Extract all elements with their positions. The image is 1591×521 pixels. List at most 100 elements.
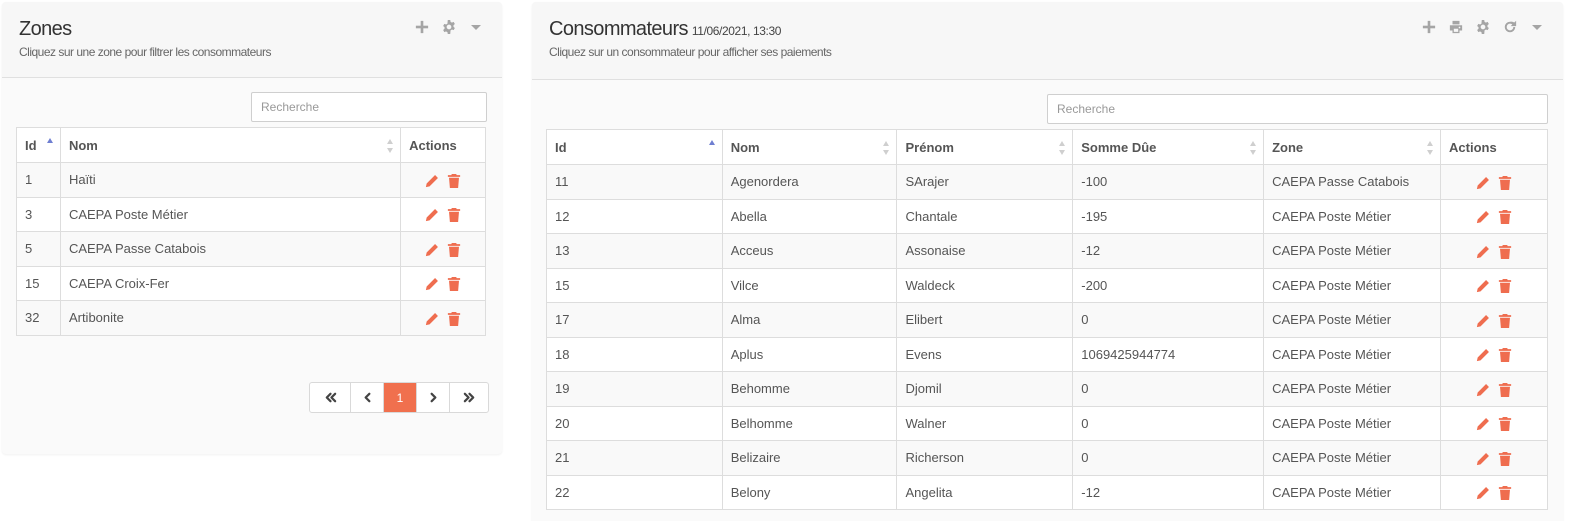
zone-row[interactable]: 3 CAEPA Poste Métier <box>16 196 486 232</box>
consommateurs-timestamp: 11/06/2021, 13:30 <box>691 24 781 38</box>
consommateur-somme-cell: -195 <box>1072 198 1265 234</box>
consommateur-zone-cell: CAEPA Passe Catabois <box>1263 164 1442 200</box>
edit-icon[interactable] <box>1476 348 1490 362</box>
consommateur-row[interactable]: 22 Belony Angelita -12 CAEPA Poste Métier <box>546 474 1548 510</box>
consommateur-row[interactable]: 21 Belizaire Richerson 0 CAEPA Poste Métier <box>546 440 1548 476</box>
trash-icon[interactable] <box>1498 210 1512 225</box>
column-header-nom[interactable]: Nom <box>59 127 402 163</box>
consommateurs-table-body: 11 Agenordera SArajer -100 CAEPA Passe Catab… <box>546 164 1548 510</box>
edit-icon[interactable] <box>1476 210 1490 224</box>
column-header-id[interactable]: Id <box>546 129 723 165</box>
consommateurs-panel-header: Consommateurs 11/06/2021, 13:30 Cliquez s… <box>532 2 1563 80</box>
edit-icon[interactable] <box>1476 383 1490 397</box>
edit-icon[interactable] <box>1476 279 1490 293</box>
trash-icon[interactable] <box>1498 348 1512 363</box>
row-actions <box>1440 440 1548 476</box>
consommateur-nom-cell: Belhomme <box>721 405 898 441</box>
consommateur-row[interactable]: 20 Belhomme Walner 0 CAEPA Poste Métier <box>546 405 1548 441</box>
zone-id-cell: 5 <box>16 231 61 267</box>
row-actions <box>400 162 486 198</box>
row-actions <box>1440 405 1548 441</box>
consommateur-zone-cell: CAEPA Poste Métier <box>1263 233 1442 269</box>
trash-icon[interactable] <box>1498 279 1512 294</box>
consommateur-id-cell: 11 <box>546 164 723 200</box>
plus-icon[interactable] <box>1420 18 1437 35</box>
trash-icon[interactable] <box>1498 244 1512 259</box>
edit-icon[interactable] <box>425 174 439 188</box>
row-actions <box>1440 267 1548 303</box>
trash-icon[interactable] <box>1498 486 1512 501</box>
zones-panel-header: Zones Cliquez sur une zone pour filtrer … <box>2 2 502 78</box>
consommateur-row[interactable]: 15 Vilce Waldeck -200 CAEPA Poste Métier <box>546 267 1548 303</box>
edit-icon[interactable] <box>425 277 439 291</box>
zone-id-cell: 1 <box>16 162 61 198</box>
row-actions <box>1440 336 1548 372</box>
trash-icon[interactable] <box>447 208 461 223</box>
zone-nom-cell: Haïti <box>59 162 402 198</box>
trash-icon[interactable] <box>447 242 461 257</box>
consommateur-zone-cell: CAEPA Poste Métier <box>1263 302 1442 338</box>
trash-icon[interactable] <box>447 311 461 326</box>
consommateur-row[interactable]: 17 Alma Elibert 0 CAEPA Poste Métier <box>546 302 1548 338</box>
zone-nom-cell: CAEPA Croix-Fer <box>59 265 402 301</box>
plus-icon[interactable] <box>413 18 430 35</box>
last-page-button[interactable] <box>449 383 488 412</box>
edit-icon[interactable] <box>1476 417 1490 431</box>
gear-icon[interactable] <box>1474 18 1491 35</box>
edit-icon[interactable] <box>425 312 439 326</box>
consommateurs-search-input[interactable] <box>1047 94 1548 124</box>
refresh-icon[interactable] <box>1501 18 1518 35</box>
column-header-somme-due[interactable]: Somme Dûe <box>1072 129 1265 165</box>
column-header-nom[interactable]: Nom <box>721 129 898 165</box>
trash-icon[interactable] <box>1498 175 1512 190</box>
trash-icon[interactable] <box>447 277 461 292</box>
edit-icon[interactable] <box>1476 486 1490 500</box>
column-header-zone[interactable]: Zone <box>1263 129 1442 165</box>
trash-icon[interactable] <box>1498 451 1512 466</box>
edit-icon[interactable] <box>1476 314 1490 328</box>
consommateur-nom-cell: Belony <box>721 474 898 510</box>
print-icon[interactable] <box>1447 18 1464 35</box>
page-button-current[interactable]: 1 <box>383 383 416 412</box>
consommateur-prenom-cell: Djomil <box>896 371 1074 407</box>
zone-id-cell: 3 <box>16 196 61 232</box>
column-header-id[interactable]: Id <box>16 127 61 163</box>
consommateur-prenom-cell: Richerson <box>896 440 1074 476</box>
sort-ascending-icon <box>46 138 54 152</box>
trash-icon[interactable] <box>1498 417 1512 432</box>
caret-down-icon[interactable] <box>1528 18 1545 35</box>
gear-icon[interactable] <box>440 18 457 35</box>
zone-id-cell: 15 <box>16 265 61 301</box>
zones-table-header: Id Nom Actions <box>16 127 486 163</box>
consommateur-row[interactable]: 18 Aplus Evens 1069425944774 CAEPA Poste Mét… <box>546 336 1548 372</box>
prev-page-button[interactable] <box>350 383 383 412</box>
zone-row[interactable]: 32 Artibonite <box>16 300 486 336</box>
column-header-prenom[interactable]: Prénom <box>896 129 1074 165</box>
consommateur-row[interactable]: 19 Behomme Djomil 0 CAEPA Poste Métier <box>546 371 1548 407</box>
zone-row[interactable]: 15 CAEPA Croix-Fer <box>16 265 486 301</box>
consommateur-somme-cell: 0 <box>1072 302 1265 338</box>
edit-icon[interactable] <box>1476 452 1490 466</box>
next-page-button[interactable] <box>416 383 449 412</box>
first-page-button[interactable] <box>310 383 350 412</box>
edit-icon[interactable] <box>1476 176 1490 190</box>
edit-icon[interactable] <box>425 208 439 222</box>
trash-icon[interactable] <box>1498 313 1512 328</box>
edit-icon[interactable] <box>1476 245 1490 259</box>
zone-nom-cell: CAEPA Passe Catabois <box>59 231 402 267</box>
trash-icon[interactable] <box>447 173 461 188</box>
consommateur-row[interactable]: 13 Acceus Assonaise -12 CAEPA Poste Métier <box>546 233 1548 269</box>
column-header-id-label: Id <box>25 137 37 153</box>
consommateur-somme-cell: 0 <box>1072 440 1265 476</box>
consommateur-row[interactable]: 11 Agenordera SArajer -100 CAEPA Passe Catab… <box>546 164 1548 200</box>
zone-row[interactable]: 1 Haïti <box>16 162 486 198</box>
edit-icon[interactable] <box>425 243 439 257</box>
zones-search-input[interactable] <box>251 92 487 122</box>
consommateur-row[interactable]: 12 Abella Chantale -195 CAEPA Poste Métier <box>546 198 1548 234</box>
consommateur-id-cell: 22 <box>546 474 723 510</box>
caret-down-icon[interactable] <box>467 18 484 35</box>
zone-row[interactable]: 5 CAEPA Passe Catabois <box>16 231 486 267</box>
trash-icon[interactable] <box>1498 382 1512 397</box>
column-header-somme-due-label: Somme Dûe <box>1081 139 1157 155</box>
sort-icon <box>1059 141 1066 155</box>
